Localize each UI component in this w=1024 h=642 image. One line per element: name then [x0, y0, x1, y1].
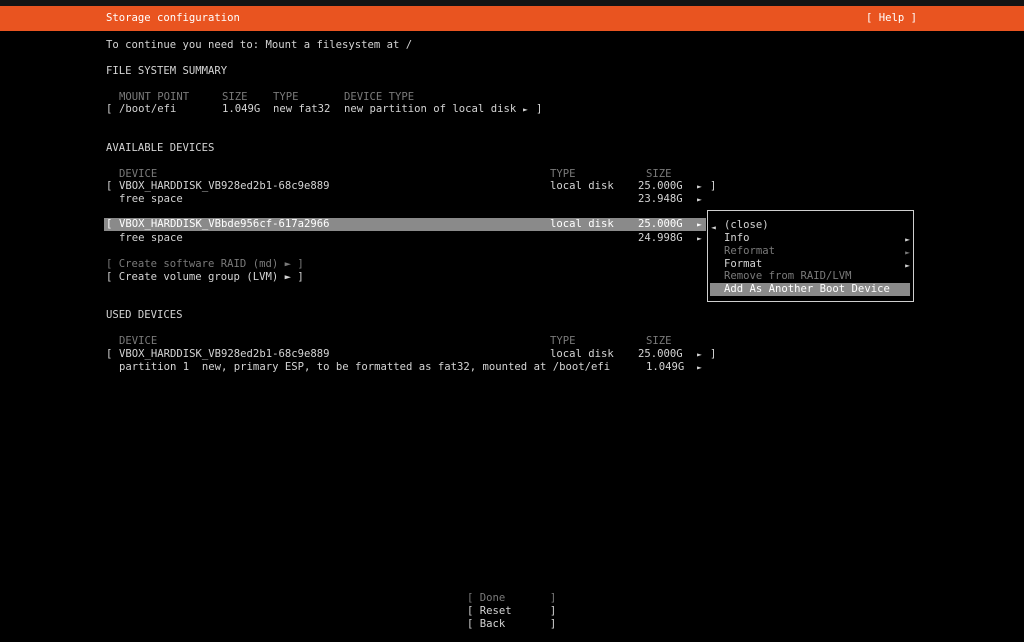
mount-point: /boot/efi — [119, 103, 177, 115]
partition-label: partition 1 new, primary ESP, to be form… — [119, 361, 611, 373]
disk-type: local disk — [550, 180, 614, 192]
col-type: TYPE — [550, 335, 576, 347]
device-context-menu: ◄ (close) Info ► Reformat ► Format ► Rem… — [707, 210, 914, 302]
menu-item-label: Add As Another Boot Device — [724, 283, 890, 295]
fs-summary-heading: FILE SYSTEM SUMMARY — [106, 65, 228, 77]
device-type: new partition of local disk — [344, 103, 517, 115]
size: 1.049G — [222, 103, 261, 115]
col-size: SIZE — [646, 335, 672, 347]
arrow-right-icon[interactable]: ► — [697, 180, 702, 193]
menu-item-remove-raid-lvm[interactable]: Remove from RAID/LVM — [724, 270, 852, 283]
disk-type: local disk — [550, 218, 614, 230]
reset-button[interactable]: [ Reset ] — [467, 605, 556, 618]
bracket-open: [ — [106, 218, 113, 230]
menu-item-add-boot-device[interactable]: Add As Another Boot Device — [710, 283, 910, 296]
bracket-close: ] — [536, 103, 543, 115]
submenu-arrow-icon: ► — [905, 261, 910, 270]
disk-name: VBOX_HARDDISK_VBbde956cf-617a2966 — [119, 218, 330, 230]
arrow-right-icon[interactable]: ► — [697, 218, 702, 231]
menu-item-info[interactable]: Info — [724, 232, 750, 245]
page-title: Storage configuration — [106, 12, 240, 24]
bracket-open: [ — [106, 103, 113, 115]
arrow-right-icon[interactable]: ► — [697, 232, 702, 245]
free-space-size: 24.998G — [638, 232, 683, 244]
arrow-right-icon[interactable]: ► — [697, 193, 702, 206]
partition-size: 1.049G — [646, 361, 685, 373]
back-button[interactable]: [ Back ] — [467, 618, 556, 631]
available-devices-heading: AVAILABLE DEVICES — [106, 142, 215, 154]
header-bar: Storage configuration [ Help ] — [0, 6, 1024, 31]
arrow-left-icon: ◄ — [711, 223, 716, 232]
free-space-size: 23.948G — [638, 193, 683, 205]
disk-name: VBOX_HARDDISK_VB928ed2b1-68c9e889 — [119, 180, 330, 192]
free-space-label: free space — [119, 193, 183, 205]
disk-size: 25.000G — [638, 218, 683, 230]
create-lvm-button[interactable]: [ Create volume group (LVM) ► ] — [106, 271, 304, 284]
done-button[interactable]: [ Done ] — [467, 592, 556, 605]
free-space-label: free space — [119, 232, 183, 244]
arrow-right-icon[interactable]: ► — [697, 348, 702, 361]
disk-type: local disk — [550, 348, 614, 360]
bracket-open: [ — [106, 348, 113, 360]
fs-type: new fat32 — [273, 103, 331, 115]
create-raid-button[interactable]: [ Create software RAID (md) ► ] — [106, 258, 304, 271]
submenu-arrow-icon: ► — [905, 248, 910, 257]
arrow-right-icon[interactable]: ► — [523, 103, 528, 116]
disk-size: 25.000G — [638, 180, 683, 192]
used-devices-heading: USED DEVICES — [106, 309, 183, 321]
bracket-open: [ — [106, 180, 113, 192]
menu-item-close[interactable]: (close) — [724, 219, 769, 232]
menu-item-reformat[interactable]: Reformat — [724, 245, 775, 258]
bracket-close: ] — [710, 180, 717, 192]
instruction-text: To continue you need to: Mount a filesys… — [106, 39, 413, 51]
arrow-right-icon[interactable]: ► — [697, 361, 702, 374]
disk-size: 25.000G — [638, 348, 683, 360]
submenu-arrow-icon: ► — [905, 235, 910, 244]
bracket-close: ] — [710, 348, 717, 360]
col-device: DEVICE — [119, 335, 158, 347]
help-button[interactable]: [ Help ] — [866, 12, 917, 25]
disk-name: VBOX_HARDDISK_VB928ed2b1-68c9e889 — [119, 348, 330, 360]
disk-row-2-selected[interactable]: [ VBOX_HARDDISK_VBbde956cf-617a2966 loca… — [104, 218, 706, 231]
